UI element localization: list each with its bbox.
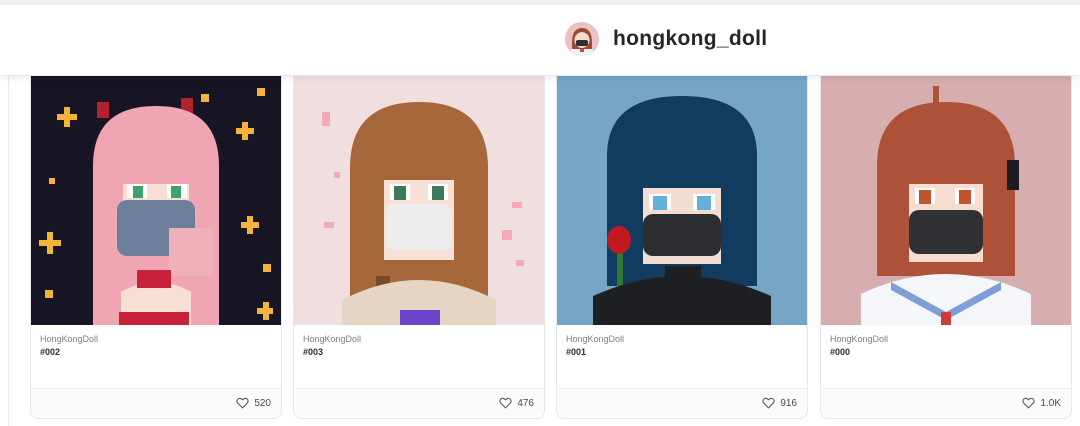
nft-image[interactable] bbox=[557, 76, 807, 325]
pixel-doll-art bbox=[31, 76, 281, 325]
nft-image[interactable] bbox=[821, 76, 1071, 325]
collection-name[interactable]: HongKongDoll bbox=[830, 334, 888, 344]
left-divider bbox=[8, 76, 9, 426]
like-count: 520 bbox=[254, 397, 271, 409]
heart-icon[interactable] bbox=[236, 397, 249, 409]
like-count: 476 bbox=[517, 397, 534, 409]
nft-image[interactable] bbox=[294, 76, 544, 325]
nft-card[interactable]: HongKongDoll #002 520 bbox=[30, 76, 282, 419]
collection-name[interactable]: HongKongDoll bbox=[303, 334, 361, 344]
username[interactable]: hongkong_doll bbox=[613, 27, 767, 51]
pixel-doll-art bbox=[557, 76, 807, 325]
collection-name[interactable]: HongKongDoll bbox=[40, 334, 98, 344]
pixel-doll-art bbox=[294, 76, 544, 325]
profile-link[interactable]: hongkong_doll bbox=[565, 22, 767, 56]
profile-header: hongkong_doll bbox=[0, 5, 1080, 76]
nft-card[interactable]: HongKongDoll #003 476 bbox=[293, 76, 545, 419]
like-count: 1.0K bbox=[1040, 397, 1061, 409]
card-footer: 520 bbox=[31, 388, 281, 418]
heart-icon[interactable] bbox=[499, 397, 512, 409]
avatar-doll-icon bbox=[565, 22, 599, 56]
like-count: 916 bbox=[780, 397, 797, 409]
like-button[interactable]: 520 bbox=[236, 397, 271, 409]
heart-icon[interactable] bbox=[1022, 397, 1036, 409]
card-footer: 1.0K bbox=[821, 388, 1071, 418]
like-button[interactable]: 916 bbox=[762, 397, 797, 409]
nft-image[interactable] bbox=[31, 76, 281, 325]
heart-icon[interactable] bbox=[762, 397, 775, 409]
avatar[interactable] bbox=[565, 22, 599, 56]
card-footer: 916 bbox=[557, 388, 807, 418]
pixel-doll-art bbox=[821, 76, 1071, 325]
collection-name[interactable]: HongKongDoll bbox=[566, 334, 624, 344]
nft-card[interactable]: HongKongDoll #000 1.0K bbox=[820, 76, 1072, 419]
nft-card[interactable]: HongKongDoll #001 916 bbox=[556, 76, 808, 419]
like-button[interactable]: 476 bbox=[499, 397, 534, 409]
card-footer: 476 bbox=[294, 388, 544, 418]
token-id[interactable]: #001 bbox=[566, 347, 586, 357]
token-id[interactable]: #000 bbox=[830, 347, 850, 357]
token-id[interactable]: #002 bbox=[40, 347, 60, 357]
token-id[interactable]: #003 bbox=[303, 347, 323, 357]
like-button[interactable]: 1.0K bbox=[1022, 397, 1061, 409]
